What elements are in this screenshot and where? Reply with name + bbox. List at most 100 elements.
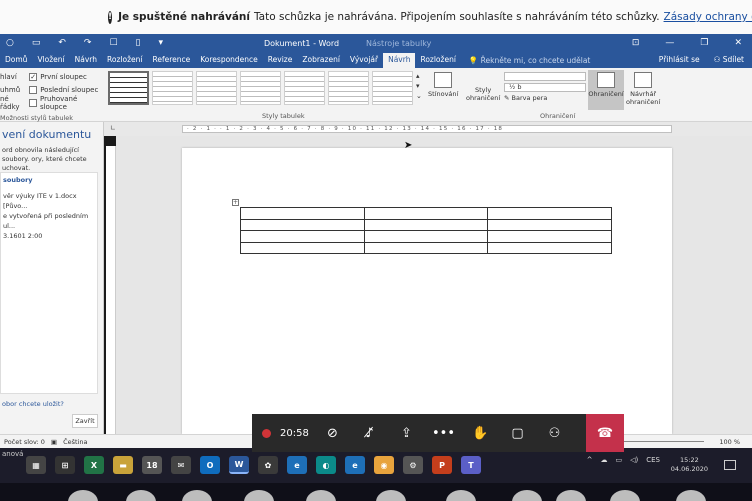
pen-color-button[interactable]: ✎ Barva pera [504, 94, 586, 102]
proofing-icon[interactable]: ▣ [51, 438, 57, 446]
word-icon[interactable]: W [229, 456, 249, 474]
table-style-thumb[interactable] [284, 71, 325, 105]
tab-view[interactable]: Zobrazení [297, 53, 345, 68]
border-painter-button[interactable]: Návrhář ohraničení [626, 72, 660, 106]
table-cell[interactable] [363, 241, 489, 254]
share-screen-icon[interactable]: ⇪ [388, 414, 425, 452]
restore-icon[interactable]: ❐ [700, 38, 708, 48]
zoom-slider[interactable] [624, 441, 704, 442]
option-first-column[interactable]: ✓ První sloupec [29, 70, 104, 83]
save-icon[interactable]: ▭ [32, 38, 41, 48]
table-cell[interactable] [363, 230, 489, 243]
app-icon[interactable]: ⚙ [403, 456, 423, 474]
privacy-link[interactable]: Zásady ochrany osobních údajů [664, 11, 752, 23]
border-styles-button[interactable]: Styly ohraničení [466, 86, 500, 102]
minimize-icon[interactable]: — [665, 38, 674, 48]
document-canvas[interactable]: + ➤ [116, 136, 752, 434]
borders-button[interactable]: Ohraničení [588, 70, 624, 110]
outlook-icon[interactable]: O [200, 456, 220, 474]
table-cell[interactable] [240, 207, 365, 220]
tab-design[interactable]: Návrh [70, 53, 102, 68]
tell-me-search[interactable]: 💡 Řekněte mi, co chcete udělat [469, 54, 590, 68]
table-cell[interactable] [487, 230, 612, 243]
network-icon[interactable]: ▭ [615, 456, 622, 464]
file-explorer-icon[interactable]: ▬ [113, 456, 133, 474]
teams-icon[interactable]: T [461, 456, 481, 474]
option-banded-rows[interactable]: né řádky [0, 95, 23, 111]
close-button[interactable]: Zavřít [72, 414, 98, 428]
windows-icon[interactable]: ⊞ [55, 456, 75, 474]
undo-icon[interactable]: ↶ [58, 38, 66, 48]
tab-home[interactable]: Domů [0, 53, 32, 68]
calculator-icon[interactable]: ▦ [26, 456, 46, 474]
camera-off-icon[interactable]: ⊘ [314, 414, 351, 452]
chat-icon[interactable]: ▢ [499, 414, 536, 452]
recovered-file-item[interactable]: věr výuky ITE v 1.docx [Půvo... e vytvoř… [3, 191, 95, 241]
word-count[interactable]: Počet slov: 0 [4, 438, 45, 446]
save-question-link[interactable]: obor chcete uložit? [2, 400, 64, 408]
checkbox[interactable] [29, 98, 37, 107]
signin-link[interactable]: Přihlásit se [659, 55, 700, 64]
edge-icon[interactable]: ◐ [316, 456, 336, 474]
table-cell[interactable] [363, 207, 489, 220]
word-table[interactable] [240, 207, 612, 254]
table-cell[interactable] [363, 218, 489, 231]
tab-developer[interactable]: Vývojář [345, 53, 383, 68]
table-cell[interactable] [487, 207, 612, 220]
vertical-ruler[interactable] [106, 146, 116, 434]
table-cell[interactable] [487, 241, 612, 254]
tab-insert[interactable]: Vložení [32, 53, 69, 68]
checkbox-checked[interactable]: ✓ [29, 72, 38, 81]
calendar-icon[interactable]: 18 [142, 456, 162, 474]
table-cell[interactable] [240, 241, 365, 254]
raise-hand-icon[interactable]: ✋ [462, 414, 499, 452]
table-cell[interactable] [487, 218, 612, 231]
keyboard-language[interactable]: CES [646, 456, 660, 464]
cloud-icon[interactable]: ☁ [600, 456, 607, 464]
table-move-handle-icon[interactable]: + [232, 199, 239, 206]
participants-icon[interactable]: ⚇ [536, 414, 573, 452]
edge-legacy-icon[interactable]: e [345, 456, 365, 474]
system-clock[interactable]: 15:22 04.06.2020 [671, 456, 708, 474]
paint-icon[interactable]: ✿ [258, 456, 278, 474]
checkbox[interactable] [29, 85, 38, 94]
option-header-row[interactable]: hlaví [0, 70, 23, 83]
table-style-thumb[interactable] [240, 71, 281, 105]
hang-up-icon[interactable]: ☎ [586, 414, 624, 452]
close-icon[interactable]: ✕ [734, 38, 742, 48]
chrome-icon[interactable]: ◉ [374, 456, 394, 474]
document-page[interactable]: + [182, 148, 672, 434]
language-indicator[interactable]: Čeština [63, 438, 87, 446]
horizontal-ruler[interactable]: ∟ · 2 · 1 · · 1 · 2 · 3 · 4 · 5 · 6 · 7 … [104, 122, 752, 136]
show-hidden-icon[interactable]: ^ [587, 456, 593, 464]
table-style-thumb[interactable] [328, 71, 369, 105]
notification-icon[interactable] [724, 460, 736, 470]
shading-button[interactable]: Stínování [428, 72, 458, 98]
excel-icon[interactable]: X [84, 456, 104, 474]
table-cell[interactable] [240, 218, 365, 231]
new-doc-icon[interactable]: ▯ [136, 38, 141, 48]
powerpoint-icon[interactable]: P [432, 456, 452, 474]
table-style-thumb[interactable] [372, 71, 413, 105]
pen-weight-select[interactable]: ½ b [504, 83, 586, 92]
more-actions-icon[interactable]: ••• [425, 414, 462, 452]
gallery-more-icon[interactable]: ▴ ▾ ⌄ [416, 71, 422, 111]
line-style-select[interactable] [504, 72, 586, 81]
tab-selector-icon[interactable]: ∟ [110, 124, 116, 132]
table-cell[interactable] [240, 230, 365, 243]
share-button[interactable]: ⚇ Sdílet [714, 55, 744, 64]
table-style-thumb[interactable] [108, 71, 149, 105]
tab-table-layout[interactable]: Rozložení [415, 53, 460, 68]
redo-icon[interactable]: ↷ [84, 38, 92, 48]
tab-mailings[interactable]: Korespondence [195, 53, 263, 68]
tab-layout[interactable]: Rozložení [102, 53, 147, 68]
mic-muted-icon[interactable]: ♪̸ [351, 414, 388, 452]
tab-review[interactable]: Revize [263, 53, 298, 68]
table-style-thumb[interactable] [196, 71, 237, 105]
touch-mode-icon[interactable]: ☐ [109, 38, 117, 48]
option-banded-columns[interactable]: Pruhované sloupce [29, 95, 104, 111]
autosave-icon[interactable]: ○ [6, 38, 14, 48]
mail-icon[interactable]: ✉ [171, 456, 191, 474]
customize-qat-icon[interactable]: ▾ [159, 38, 164, 48]
ie-icon[interactable]: e [287, 456, 307, 474]
